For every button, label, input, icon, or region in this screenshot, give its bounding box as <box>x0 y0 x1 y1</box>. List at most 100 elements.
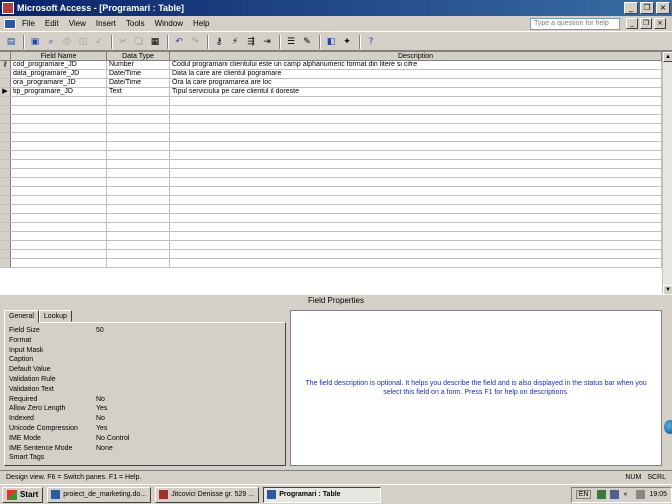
language-indicator[interactable]: EN <box>575 490 592 499</box>
description-cell[interactable] <box>170 241 662 249</box>
property-row[interactable]: Required No <box>9 395 281 405</box>
description-cell[interactable] <box>170 133 662 141</box>
data-type-cell[interactable] <box>107 124 170 132</box>
empty-field-row[interactable] <box>0 133 672 142</box>
insert-rows-icon[interactable]: ⇶ <box>244 35 258 49</box>
empty-field-row[interactable] <box>0 205 672 214</box>
save-icon[interactable]: ▣ <box>28 35 42 49</box>
row-selector[interactable] <box>0 151 11 159</box>
data-type-cell[interactable] <box>107 259 170 267</box>
field-name-cell[interactable] <box>11 151 107 159</box>
taskbar-button[interactable]: Jitcovici Denisse gr. 529 ... <box>155 486 260 503</box>
menu-edit[interactable]: Edit <box>45 19 59 28</box>
property-value[interactable]: 50 <box>96 326 104 336</box>
empty-field-row[interactable] <box>0 124 672 133</box>
description-cell[interactable] <box>170 160 662 168</box>
data-type-cell[interactable] <box>107 106 170 114</box>
empty-field-row[interactable] <box>0 214 672 223</box>
data-type-cell[interactable]: Number <box>107 61 170 69</box>
data-type-cell[interactable] <box>107 214 170 222</box>
property-row[interactable]: Indexed No <box>9 414 281 424</box>
field-row[interactable]: ora_programare_JD Date/Time Ora la care pr… <box>0 79 672 88</box>
table-window-icon[interactable] <box>4 18 16 29</box>
close-button[interactable]: × <box>656 2 670 14</box>
menu-view[interactable]: View <box>69 19 86 28</box>
row-selector[interactable] <box>0 97 11 105</box>
row-selector[interactable] <box>0 124 11 132</box>
description-cell[interactable] <box>170 259 662 267</box>
row-selector[interactable] <box>0 241 11 249</box>
property-value[interactable]: Yes <box>96 404 107 414</box>
row-selector[interactable] <box>0 70 11 78</box>
menu-file[interactable]: File <box>22 19 35 28</box>
description-cell[interactable]: Codul programarii clientului este un cam… <box>170 61 662 69</box>
data-type-cell[interactable] <box>107 250 170 258</box>
minimize-button[interactable]: _ <box>624 2 638 14</box>
field-name-cell[interactable] <box>11 178 107 186</box>
speaker-icon[interactable] <box>636 490 646 499</box>
empty-field-row[interactable] <box>0 97 672 106</box>
field-name-cell[interactable] <box>11 223 107 231</box>
empty-field-row[interactable] <box>0 178 672 187</box>
new-object-icon[interactable]: ✦ <box>340 35 354 49</box>
help-icon[interactable]: ? <box>364 35 378 49</box>
field-name-cell[interactable] <box>11 115 107 123</box>
primary-key-icon[interactable]: ⚷ <box>0 61 11 69</box>
field-name-cell[interactable] <box>11 169 107 177</box>
description-cell[interactable]: Ora la care programarea are loc <box>170 79 662 87</box>
description-cell[interactable] <box>170 232 662 240</box>
header-field-name[interactable]: Field Name <box>11 52 107 60</box>
description-cell[interactable] <box>170 124 662 132</box>
description-cell[interactable] <box>170 97 662 105</box>
copy-icon[interactable]: ❏ <box>132 35 146 49</box>
description-cell[interactable] <box>170 169 662 177</box>
paste-icon[interactable]: ▦ <box>148 35 162 49</box>
doc-minimize-button[interactable]: _ <box>626 18 638 29</box>
scroll-up-arrow-icon[interactable]: ▲ <box>663 52 672 62</box>
description-cell[interactable]: Data la care are clientul pogramare <box>170 70 662 78</box>
row-selector[interactable] <box>0 259 11 267</box>
field-name-cell[interactable] <box>11 97 107 105</box>
empty-field-row[interactable] <box>0 241 672 250</box>
description-cell[interactable]: Tipul serviciului pe care clientul il do… <box>170 88 662 96</box>
field-name-cell[interactable] <box>11 250 107 258</box>
property-row[interactable]: IME Sentence Mode None <box>9 444 281 454</box>
property-row[interactable]: Validation Rule <box>9 375 281 385</box>
help-search-input[interactable]: Type a question for help <box>530 17 620 30</box>
property-row[interactable]: Input Mask <box>9 346 281 356</box>
empty-field-row[interactable] <box>0 115 672 124</box>
row-selector[interactable] <box>0 250 11 258</box>
description-cell[interactable] <box>170 151 662 159</box>
field-name-cell[interactable] <box>11 142 107 150</box>
access-app-icon[interactable] <box>2 2 14 14</box>
property-value[interactable]: No <box>96 414 105 424</box>
field-name-cell[interactable] <box>11 160 107 168</box>
data-type-cell[interactable] <box>107 97 170 105</box>
data-type-cell[interactable] <box>107 232 170 240</box>
scroll-down-arrow-icon[interactable]: ▼ <box>663 285 672 294</box>
data-type-cell[interactable] <box>107 160 170 168</box>
empty-field-row[interactable] <box>0 169 672 178</box>
description-cell[interactable] <box>170 214 662 222</box>
field-name-cell[interactable] <box>11 124 107 132</box>
search-icon[interactable]: ⌕ <box>44 35 58 49</box>
doc-close-button[interactable]: × <box>654 18 666 29</box>
field-name-cell[interactable] <box>11 232 107 240</box>
field-row[interactable]: ▶ tip_programare_JD Text Tipul serviciului … <box>0 88 672 97</box>
data-type-cell[interactable] <box>107 178 170 186</box>
field-name-cell[interactable] <box>11 241 107 249</box>
row-selector[interactable] <box>0 178 11 186</box>
row-selector[interactable] <box>0 205 11 213</box>
data-type-cell[interactable] <box>107 205 170 213</box>
empty-field-row[interactable] <box>0 250 672 259</box>
preview-icon[interactable]: ◫ <box>76 35 90 49</box>
data-type-cell[interactable]: Text <box>107 88 170 96</box>
empty-field-row[interactable] <box>0 106 672 115</box>
primary-key-icon[interactable]: ⚷ <box>212 35 226 49</box>
data-type-cell[interactable] <box>107 223 170 231</box>
undo-icon[interactable]: ↶ <box>172 35 186 49</box>
row-selector[interactable] <box>0 115 11 123</box>
property-row[interactable]: Caption <box>9 355 281 365</box>
menu-window[interactable]: Window <box>155 19 183 28</box>
description-cell[interactable] <box>170 178 662 186</box>
